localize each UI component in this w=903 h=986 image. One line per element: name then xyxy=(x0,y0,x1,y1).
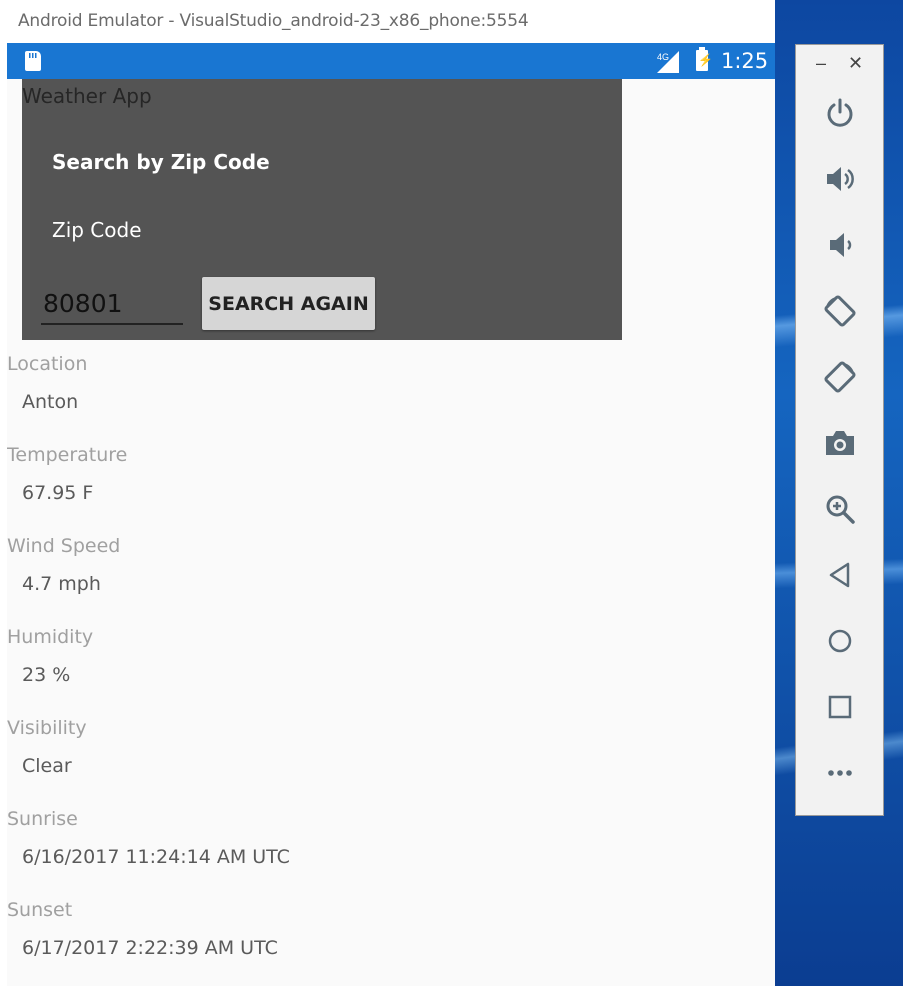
zoom-button[interactable] xyxy=(796,484,883,534)
close-button[interactable]: ✕ xyxy=(848,53,863,74)
location-value: Anton xyxy=(22,391,79,413)
app-title: Weather App xyxy=(22,84,152,108)
search-again-button[interactable]: SEARCH AGAIN xyxy=(202,277,375,330)
home-button[interactable] xyxy=(796,616,883,666)
humidity-value: 23 % xyxy=(22,664,71,686)
back-button[interactable] xyxy=(796,550,883,600)
humidity-label: Humidity xyxy=(7,626,94,648)
rotate-left-icon xyxy=(823,295,856,327)
window-titlebar[interactable]: Android Emulator - VisualStudio_android-… xyxy=(0,0,775,43)
sd-card-icon xyxy=(25,51,41,71)
temperature-value: 67.95 F xyxy=(22,482,94,504)
emulator-toolbar: – ✕ xyxy=(795,44,884,816)
wind-speed-value: 4.7 mph xyxy=(22,573,101,595)
minimize-button[interactable]: – xyxy=(816,53,826,74)
volume-up-icon xyxy=(826,167,854,191)
sunset-label: Sunset xyxy=(7,899,73,921)
volume-down-icon xyxy=(829,233,851,257)
svg-text:4G: 4G xyxy=(657,52,669,62)
zoom-icon xyxy=(826,495,855,524)
status-bar: 4G ⚡ 1:25 xyxy=(7,43,775,79)
location-label: Location xyxy=(7,353,88,375)
visibility-value: Clear xyxy=(22,755,72,777)
more-button[interactable] xyxy=(796,748,883,798)
temperature-label: Temperature xyxy=(7,444,128,466)
camera-icon xyxy=(825,431,854,455)
volume-up-button[interactable] xyxy=(796,154,883,204)
wind-speed-label: Wind Speed xyxy=(7,535,121,557)
power-icon xyxy=(827,98,852,127)
battery-charging-icon: ⚡ xyxy=(696,47,713,71)
window-title: Android Emulator - VisualStudio_android-… xyxy=(18,11,529,31)
rotate-right-icon xyxy=(823,361,856,393)
overview-button[interactable] xyxy=(796,682,883,732)
sunset-value: 6/17/2017 2:22:39 AM UTC xyxy=(22,937,278,959)
sunrise-value: 6/16/2017 11:24:14 AM UTC xyxy=(22,846,290,868)
rotate-right-button[interactable] xyxy=(796,352,883,402)
overview-icon xyxy=(828,695,851,719)
back-icon xyxy=(829,562,849,588)
volume-down-button[interactable] xyxy=(796,220,883,270)
rotate-left-button[interactable] xyxy=(796,286,883,336)
zip-code-input[interactable] xyxy=(41,283,183,325)
status-time: 1:25 xyxy=(721,49,769,73)
emulator-window: Android Emulator - VisualStudio_android-… xyxy=(0,0,775,986)
device-screen[interactable]: 4G ⚡ 1:25 Weather App Search by Zip Code… xyxy=(7,43,775,986)
visibility-label: Visibility xyxy=(7,717,87,739)
zip-code-label: Zip Code xyxy=(52,218,142,242)
home-icon xyxy=(828,629,851,653)
sunrise-label: Sunrise xyxy=(7,808,78,830)
screenshot-button[interactable] xyxy=(796,418,883,468)
more-icon xyxy=(827,770,852,776)
signal-4g-icon: 4G xyxy=(657,51,679,73)
power-button[interactable] xyxy=(796,88,883,138)
dialog-heading: Search by Zip Code xyxy=(52,150,270,174)
